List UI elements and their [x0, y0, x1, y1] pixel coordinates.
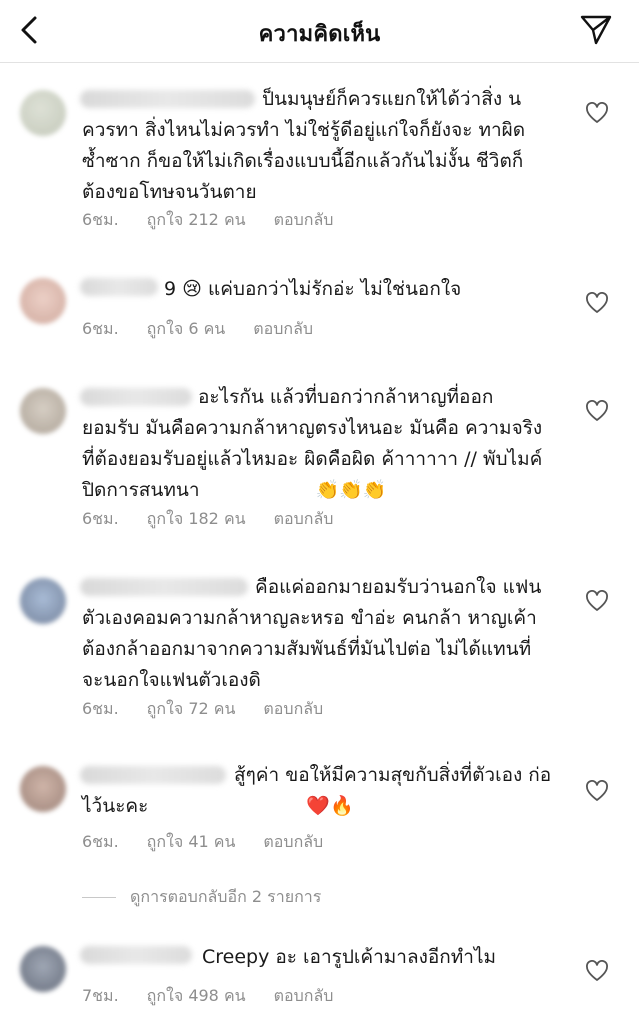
comment-item: 9 😢 แค่บอกว่าไม่รักอ่ะ ไม่ใช่นอกใจ 6ชม. … [0, 270, 639, 350]
comment-text: ป็นมนุษย์ก็ควรแยกให้ได้ว่าสิ่ง นควรทา สิ… [82, 88, 526, 203]
comment-time: 7ชม. [82, 986, 119, 1005]
avatar[interactable] [20, 766, 66, 812]
reply-button[interactable]: ตอบกลับ [274, 507, 334, 532]
comment-text: Creepy อะ เอารูปเค้ามาลงอีกทำไม [202, 946, 497, 968]
like-button[interactable] [585, 400, 609, 422]
clapping-emoji: 👏👏👏 [315, 479, 387, 501]
like-button[interactable] [585, 590, 609, 612]
reply-button[interactable]: ตอบกลับ [263, 830, 323, 855]
avatar[interactable] [20, 90, 66, 136]
paper-plane-icon [580, 15, 612, 45]
heart-icon [586, 292, 608, 313]
heart-icon [586, 590, 608, 611]
comment-text: 9 😢 แค่บอกว่าไม่รักอ่ะ ไม่ใช่นอกใจ [164, 278, 462, 300]
heart-fire-emoji: ❤️🔥 [306, 795, 354, 817]
like-button[interactable] [585, 292, 609, 314]
likes-count[interactable]: ถูกใจ 41 คน [147, 830, 236, 855]
comment-item: Creepy อะ เอารูปเค้ามาลงอีกทำไม 7ชม. ถูก… [0, 940, 639, 1024]
reply-button[interactable]: ตอบกลับ [263, 697, 323, 722]
like-button[interactable] [585, 960, 609, 982]
comment-item: ป็นมนุษย์ก็ควรแยกให้ได้ว่าสิ่ง นควรทา สิ… [0, 80, 639, 240]
comment-meta: 7ชม. ถูกใจ 498 คน ตอบกลับ [82, 984, 333, 1009]
likes-count[interactable]: ถูกใจ 498 คน [147, 984, 246, 1009]
comment-item: สู้ๆค่า ขอให้มีความสุขกับสิ่งที่ตัวเอง ก… [0, 760, 639, 860]
comment-meta: 6ชม. ถูกใจ 212 คน ตอบกลับ [82, 208, 333, 233]
top-bar: ความคิดเห็น [0, 0, 639, 63]
comment-time: 6ชม. [82, 319, 119, 338]
heart-icon [586, 960, 608, 981]
view-replies-button[interactable]: ดูการตอบกลับอีก 2 รายการ [82, 885, 321, 909]
comment-meta: 6ชม. ถูกใจ 6 คน ตอบกลับ [82, 317, 313, 342]
reply-button[interactable]: ตอบกลับ [274, 984, 334, 1009]
reply-button[interactable]: ตอบกลับ [253, 317, 313, 342]
comment-item: คือแค่ออกมายอมรับว่านอกใจ แฟนตัวเองคอมคว… [0, 570, 639, 720]
share-button[interactable] [579, 13, 613, 47]
avatar[interactable] [20, 946, 66, 992]
reply-divider [82, 896, 116, 898]
comment-text: คือแค่ออกมายอมรับว่านอกใจ แฟนตัวเองคอมคว… [82, 576, 542, 691]
comment-meta: 6ชม. ถูกใจ 41 คน ตอบกลับ [82, 830, 323, 855]
comment-item: อะไรกัน แล้วที่บอกว่ากล้าหาญที่ออก ยอมรั… [0, 380, 639, 540]
comment-time: 6ชม. [82, 210, 119, 229]
likes-count[interactable]: ถูกใจ 6 คน [147, 317, 226, 342]
comment-meta: 6ชม. ถูกใจ 72 คน ตอบกลับ [82, 697, 323, 722]
likes-count[interactable]: ถูกใจ 212 คน [147, 208, 246, 233]
comment-text: อะไรกัน แล้วที่บอกว่ากล้าหาญที่ออก ยอมรั… [82, 382, 552, 506]
comment-meta: 6ชม. ถูกใจ 182 คน ตอบกลับ [82, 507, 333, 532]
avatar[interactable] [20, 278, 66, 324]
avatar[interactable] [20, 578, 66, 624]
like-button[interactable] [585, 780, 609, 802]
view-replies-label: ดูการตอบกลับอีก 2 รายการ [130, 886, 322, 906]
comment-time: 6ชม. [82, 509, 119, 528]
like-button[interactable] [585, 102, 609, 124]
avatar[interactable] [20, 388, 66, 434]
heart-icon [586, 400, 608, 421]
likes-count[interactable]: ถูกใจ 182 คน [147, 507, 246, 532]
heart-icon [586, 780, 608, 801]
likes-count[interactable]: ถูกใจ 72 คน [147, 697, 236, 722]
page-title: ความคิดเห็น [258, 22, 381, 47]
comment-text: สู้ๆค่า ขอให้มีความสุขกับสิ่งที่ตัวเอง ก… [82, 760, 552, 822]
reply-button[interactable]: ตอบกลับ [274, 208, 334, 233]
heart-icon [586, 102, 608, 123]
comment-time: 6ชม. [82, 699, 119, 718]
comment-time: 6ชม. [82, 832, 119, 851]
